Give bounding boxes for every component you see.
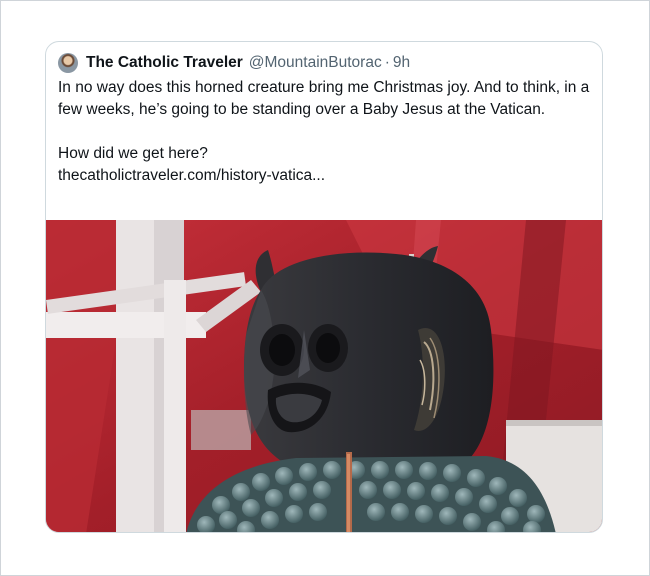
tweet-header: The Catholic Traveler @MountainButorac ·… (58, 52, 410, 74)
separator-dot: · (384, 54, 390, 71)
tweet-text-paragraph-1: In no way does this horned creature brin… (58, 79, 590, 118)
tweet-text: In no way does this horned creature brin… (58, 77, 592, 187)
timestamp[interactable]: 9h (393, 54, 410, 72)
tweet-text-paragraph-2: How did we get here? (58, 145, 208, 162)
user-handle[interactable]: @MountainButorac (249, 54, 382, 72)
photo-icon (46, 220, 602, 532)
tweet-photo[interactable] (46, 220, 602, 532)
tweet-link[interactable]: thecatholictraveler.com/history-vatica..… (58, 165, 592, 187)
quoted-tweet-card[interactable]: The Catholic Traveler @MountainButorac ·… (45, 41, 603, 533)
display-name[interactable]: The Catholic Traveler (86, 54, 243, 72)
avatar[interactable] (58, 53, 78, 73)
